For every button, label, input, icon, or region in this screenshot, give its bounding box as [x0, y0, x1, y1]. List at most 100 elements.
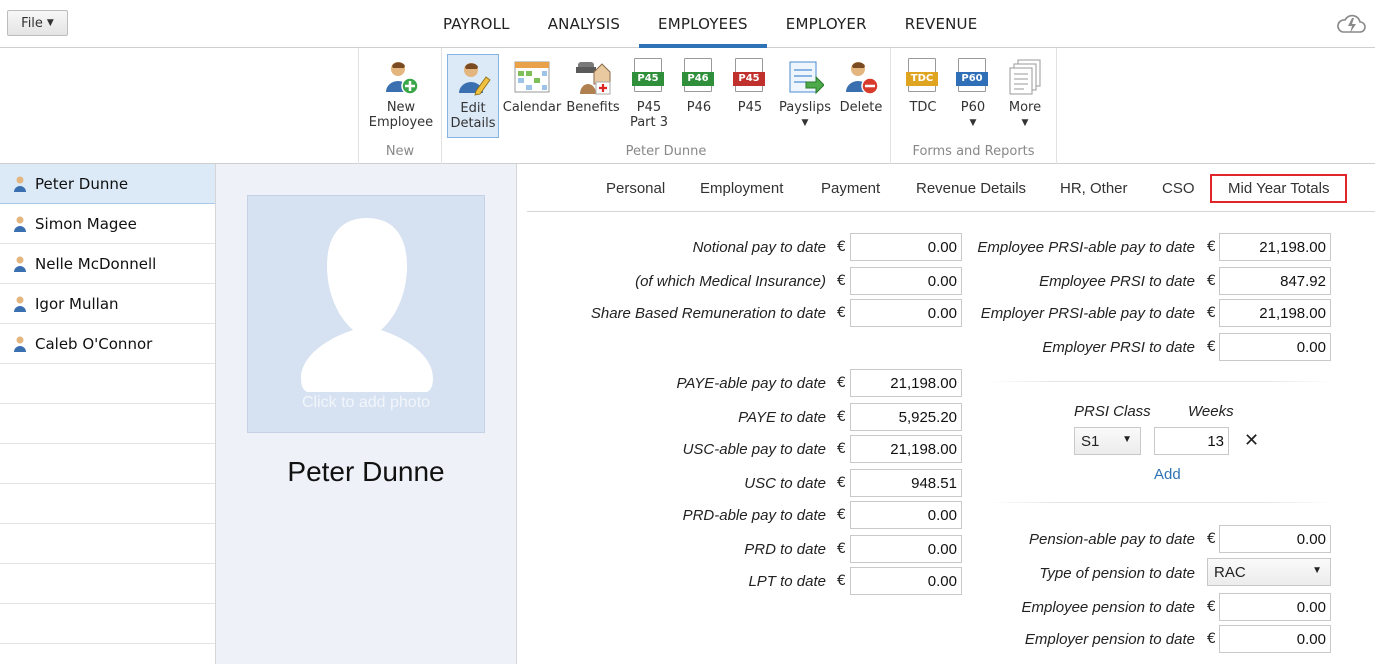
tab-mid-year-totals[interactable]: Mid Year Totals [1210, 174, 1348, 203]
prsi-class-value: S1 [1081, 433, 1100, 450]
employee-prsi-label: Employee PRSI to date [1039, 273, 1195, 290]
employer-prsi-input[interactable]: 0.00 [1219, 333, 1331, 361]
payslips-icon [789, 61, 824, 95]
employee-list-item[interactable]: Nelle McDonnell [0, 244, 215, 284]
ribbon-group-label-new: New [385, 144, 415, 159]
employee-name: Igor Mullan [35, 294, 119, 313]
currency-symbol: € [837, 305, 846, 321]
p60-dropdown-icon: ▼ [969, 118, 977, 128]
nav-employees[interactable]: EMPLOYEES [639, 0, 767, 48]
payslips-dropdown-icon: ▼ [801, 118, 809, 128]
share-based-remuneration-label: Share Based Remuneration to date [590, 305, 826, 322]
currency-symbol: € [837, 441, 846, 457]
employee-prsi-able-pay-input[interactable]: 21,198.00 [1219, 233, 1331, 261]
p45-part3-doc-icon: P45 [632, 58, 666, 96]
employer-pension-input[interactable]: 0.00 [1219, 625, 1331, 653]
share-based-remuneration-input[interactable]: 0.00 [850, 299, 962, 327]
usc-able-pay-input[interactable]: 21,198.00 [850, 435, 962, 463]
nav-employer[interactable]: EMPLOYER [767, 0, 886, 48]
tdc-button[interactable]: TDC TDC [899, 54, 947, 138]
tab-revenue-details[interactable]: Revenue Details [916, 180, 1026, 197]
prd-input[interactable]: 0.00 [850, 535, 962, 563]
employer-prsi-able-pay-input[interactable]: 21,198.00 [1219, 299, 1331, 327]
nav-analysis[interactable]: ANALYSIS [529, 0, 639, 48]
currency-symbol: € [1207, 339, 1216, 355]
photo-panel: Click to add photo Peter Dunne [216, 164, 517, 664]
currency-symbol: € [837, 409, 846, 425]
paye-able-pay-input[interactable]: 21,198.00 [850, 369, 962, 397]
employee-pension-label: Employee pension to date [1021, 599, 1195, 616]
tab-payment[interactable]: Payment [821, 180, 880, 197]
prsi-weeks-input[interactable]: 13 [1154, 427, 1229, 455]
edit-details-button[interactable]: Edit Details [447, 54, 499, 138]
calendar-button[interactable]: Calendar [502, 54, 562, 138]
photo-upload-area[interactable]: Click to add photo [247, 195, 485, 433]
lpt-label: LPT to date [748, 573, 826, 590]
tab-employment[interactable]: Employment [700, 180, 783, 197]
benefits-icon [576, 62, 611, 95]
currency-symbol: € [837, 573, 846, 589]
tab-personal[interactable]: Personal [606, 180, 665, 197]
currency-symbol: € [837, 375, 846, 391]
paye-input[interactable]: 5,925.20 [850, 403, 962, 431]
prsi-class-select[interactable]: S1 ▼ [1074, 427, 1141, 455]
tab-cso[interactable]: CSO [1162, 180, 1195, 197]
file-menu-button[interactable]: File ▼ [7, 10, 68, 36]
file-menu-label: File [21, 15, 43, 31]
section-divider [988, 381, 1333, 382]
p46-button[interactable]: P46 P46 [676, 54, 722, 138]
prd-able-pay-label: PRD-able pay to date [682, 507, 826, 524]
cloud-sync-icon[interactable] [1335, 10, 1367, 38]
notional-pay-input[interactable]: 0.00 [850, 233, 962, 261]
currency-symbol: € [1207, 239, 1216, 255]
remove-row-icon[interactable]: ✕ [1244, 430, 1259, 451]
empty-list-row [0, 484, 215, 524]
more-button[interactable]: More ▼ [1001, 54, 1049, 138]
employee-list-item[interactable]: Simon Magee [0, 204, 215, 244]
tdc-doc-icon: TDC [906, 58, 940, 96]
benefits-button[interactable]: Benefits [564, 54, 622, 138]
detail-tabs: Personal Employment Payment Revenue Deta… [527, 174, 1375, 212]
pension-type-select[interactable]: RAC ▼ [1207, 558, 1331, 586]
p60-button[interactable]: P60 P60 ▼ [950, 54, 996, 138]
empty-list-row [0, 564, 215, 604]
empty-list-row [0, 404, 215, 444]
employee-list-item[interactable]: Peter Dunne [0, 164, 215, 204]
employee-pension-input[interactable]: 0.00 [1219, 593, 1331, 621]
p45-part3-button[interactable]: P45 P45 Part 3 [625, 54, 673, 138]
ribbon-group-new: New Employee New [358, 48, 442, 164]
nav-revenue[interactable]: REVENUE [886, 0, 997, 48]
payslips-label: Payslips [779, 100, 831, 115]
payslips-button[interactable]: Payslips ▼ [777, 54, 833, 138]
chevron-down-icon: ▼ [46, 18, 54, 28]
employee-list: Peter Dunne Simon Magee Nelle McDonnell … [0, 164, 216, 664]
new-employee-button[interactable]: New Employee [365, 54, 437, 138]
p45-button[interactable]: P45 P45 [727, 54, 773, 138]
employee-prsi-input[interactable]: 847.92 [1219, 267, 1331, 295]
employee-name: Caleb O'Connor [35, 334, 153, 353]
p45-doc-icon: P45 [733, 58, 767, 96]
pension-able-pay-label: Pension-able pay to date [1029, 531, 1195, 548]
p46-label: P46 [686, 100, 712, 115]
pension-able-pay-input[interactable]: 0.00 [1219, 525, 1331, 553]
top-bar: File ▼ PAYROLL ANALYSIS EMPLOYEES EMPLOY… [0, 0, 1375, 48]
p45-part3-label: P45 Part 3 [629, 100, 669, 130]
usc-input[interactable]: 948.51 [850, 469, 962, 497]
prd-able-pay-input[interactable]: 0.00 [850, 501, 962, 529]
employee-list-item[interactable]: Igor Mullan [0, 284, 215, 324]
person-icon [14, 256, 26, 272]
employee-list-item[interactable]: Caleb O'Connor [0, 324, 215, 364]
employee-display-name: Peter Dunne [287, 456, 445, 487]
nav-payroll[interactable]: PAYROLL [424, 0, 529, 48]
empty-list-row [0, 444, 215, 484]
medical-insurance-input[interactable]: 0.00 [850, 267, 962, 295]
add-prsi-class-link[interactable]: Add [1154, 466, 1181, 483]
ribbon-group-forms: TDC TDC P60 P60 ▼ More ▼ Forms and Repor… [891, 48, 1057, 164]
delete-button[interactable]: Delete [837, 54, 885, 138]
tab-hr-other[interactable]: HR, Other [1060, 180, 1128, 197]
currency-symbol: € [1207, 531, 1216, 547]
more-dropdown-icon: ▼ [1021, 118, 1029, 128]
currency-symbol: € [837, 507, 846, 523]
currency-symbol: € [837, 239, 846, 255]
lpt-input[interactable]: 0.00 [850, 567, 962, 595]
